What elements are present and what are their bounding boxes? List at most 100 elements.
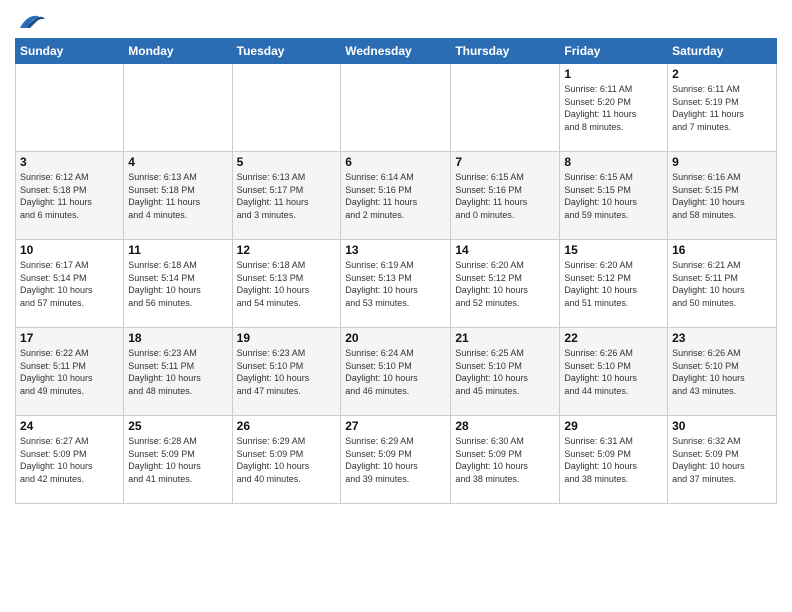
day-number: 11 — [128, 243, 227, 257]
day-number: 28 — [455, 419, 555, 433]
day-number: 6 — [345, 155, 446, 169]
day-number: 22 — [564, 331, 663, 345]
day-number: 9 — [672, 155, 772, 169]
logo — [15, 10, 47, 32]
calendar-cell — [124, 64, 232, 152]
calendar-cell: 24 Sunrise: 6:27 AM Sunset: 5:09 PM Dayli… — [16, 416, 124, 504]
day-number: 27 — [345, 419, 446, 433]
calendar-cell: 7 Sunrise: 6:15 AM Sunset: 5:16 PM Daylig… — [451, 152, 560, 240]
day-number: 17 — [20, 331, 119, 345]
calendar-week-row: 17 Sunrise: 6:22 AM Sunset: 5:11 PM Dayli… — [16, 328, 777, 416]
day-info: Sunrise: 6:17 AM Sunset: 5:14 PM Dayligh… — [20, 259, 119, 309]
calendar-cell: 29 Sunrise: 6:31 AM Sunset: 5:09 PM Dayli… — [560, 416, 668, 504]
calendar-cell: 17 Sunrise: 6:22 AM Sunset: 5:11 PM Dayli… — [16, 328, 124, 416]
calendar-cell — [451, 64, 560, 152]
day-number: 18 — [128, 331, 227, 345]
day-info: Sunrise: 6:22 AM Sunset: 5:11 PM Dayligh… — [20, 347, 119, 397]
day-info: Sunrise: 6:29 AM Sunset: 5:09 PM Dayligh… — [237, 435, 337, 485]
calendar-week-row: 24 Sunrise: 6:27 AM Sunset: 5:09 PM Dayli… — [16, 416, 777, 504]
day-info: Sunrise: 6:20 AM Sunset: 5:12 PM Dayligh… — [564, 259, 663, 309]
weekday-header: Sunday — [16, 39, 124, 64]
calendar-cell: 20Sunrise: 6:24 AM Sunset: 5:10 PM Dayli… — [341, 328, 451, 416]
day-number: 25 — [128, 419, 227, 433]
calendar-cell: 9 Sunrise: 6:16 AM Sunset: 5:15 PM Daylig… — [668, 152, 777, 240]
day-number: 29 — [564, 419, 663, 433]
day-info: Sunrise: 6:21 AM Sunset: 5:11 PM Dayligh… — [672, 259, 772, 309]
page-header — [15, 10, 777, 32]
calendar-cell: 16 Sunrise: 6:21 AM Sunset: 5:11 PM Dayli… — [668, 240, 777, 328]
calendar-cell — [232, 64, 341, 152]
calendar-cell: 13 Sunrise: 6:19 AM Sunset: 5:13 PM Dayli… — [341, 240, 451, 328]
calendar-cell: 22 Sunrise: 6:26 AM Sunset: 5:10 PM Dayli… — [560, 328, 668, 416]
weekday-header: Thursday — [451, 39, 560, 64]
day-info: Sunrise: 6:27 AM Sunset: 5:09 PM Dayligh… — [20, 435, 119, 485]
day-info: Sunrise: 6:28 AM Sunset: 5:09 PM Dayligh… — [128, 435, 227, 485]
calendar-cell: 5 Sunrise: 6:13 AM Sunset: 5:17 PM Daylig… — [232, 152, 341, 240]
day-info: Sunrise: 6:23 AM Sunset: 5:10 PM Dayligh… — [237, 347, 337, 397]
day-info: Sunrise: 6:30 AM Sunset: 5:09 PM Dayligh… — [455, 435, 555, 485]
day-number: 5 — [237, 155, 337, 169]
day-info: Sunrise: 6:31 AM Sunset: 5:09 PM Dayligh… — [564, 435, 663, 485]
day-number: 13 — [345, 243, 446, 257]
day-number: 16 — [672, 243, 772, 257]
day-info: Sunrise: 6:32 AM Sunset: 5:09 PM Dayligh… — [672, 435, 772, 485]
calendar-cell: 19 Sunrise: 6:23 AM Sunset: 5:10 PM Dayli… — [232, 328, 341, 416]
day-info: Sunrise: 6:26 AM Sunset: 5:10 PM Dayligh… — [564, 347, 663, 397]
day-number: 12 — [237, 243, 337, 257]
calendar-cell — [341, 64, 451, 152]
calendar-cell: 30Sunrise: 6:32 AM Sunset: 5:09 PM Dayli… — [668, 416, 777, 504]
calendar-week-row: 1Sunrise: 6:11 AM Sunset: 5:20 PM Daylig… — [16, 64, 777, 152]
day-info: Sunrise: 6:26 AM Sunset: 5:10 PM Dayligh… — [672, 347, 772, 397]
day-number: 15 — [564, 243, 663, 257]
calendar-cell: 21Sunrise: 6:25 AM Sunset: 5:10 PM Dayli… — [451, 328, 560, 416]
day-number: 4 — [128, 155, 227, 169]
day-number: 26 — [237, 419, 337, 433]
bird-icon — [15, 10, 45, 32]
day-info: Sunrise: 6:13 AM Sunset: 5:17 PM Dayligh… — [237, 171, 337, 221]
day-info: Sunrise: 6:14 AM Sunset: 5:16 PM Dayligh… — [345, 171, 446, 221]
calendar-cell: 2Sunrise: 6:11 AM Sunset: 5:19 PM Daylig… — [668, 64, 777, 152]
day-info: Sunrise: 6:13 AM Sunset: 5:18 PM Dayligh… — [128, 171, 227, 221]
day-info: Sunrise: 6:18 AM Sunset: 5:14 PM Dayligh… — [128, 259, 227, 309]
calendar-cell: 3 Sunrise: 6:12 AM Sunset: 5:18 PM Daylig… — [16, 152, 124, 240]
day-number: 23 — [672, 331, 772, 345]
day-info: Sunrise: 6:25 AM Sunset: 5:10 PM Dayligh… — [455, 347, 555, 397]
calendar-cell: 12 Sunrise: 6:18 AM Sunset: 5:13 PM Dayli… — [232, 240, 341, 328]
day-number: 24 — [20, 419, 119, 433]
day-info: Sunrise: 6:24 AM Sunset: 5:10 PM Dayligh… — [345, 347, 446, 397]
day-number: 8 — [564, 155, 663, 169]
day-info: Sunrise: 6:15 AM Sunset: 5:15 PM Dayligh… — [564, 171, 663, 221]
calendar-table: SundayMondayTuesdayWednesdayThursdayFrid… — [15, 38, 777, 504]
day-number: 19 — [237, 331, 337, 345]
day-info: Sunrise: 6:11 AM Sunset: 5:19 PM Dayligh… — [672, 83, 772, 133]
calendar-cell: 1Sunrise: 6:11 AM Sunset: 5:20 PM Daylig… — [560, 64, 668, 152]
calendar-cell: 26 Sunrise: 6:29 AM Sunset: 5:09 PM Dayli… — [232, 416, 341, 504]
weekday-header: Friday — [560, 39, 668, 64]
day-info: Sunrise: 6:15 AM Sunset: 5:16 PM Dayligh… — [455, 171, 555, 221]
calendar-cell: 28 Sunrise: 6:30 AM Sunset: 5:09 PM Dayli… — [451, 416, 560, 504]
day-number: 7 — [455, 155, 555, 169]
day-info: Sunrise: 6:20 AM Sunset: 5:12 PM Dayligh… — [455, 259, 555, 309]
calendar-cell: 4 Sunrise: 6:13 AM Sunset: 5:18 PM Daylig… — [124, 152, 232, 240]
calendar-header-row: SundayMondayTuesdayWednesdayThursdayFrid… — [16, 39, 777, 64]
day-info: Sunrise: 6:19 AM Sunset: 5:13 PM Dayligh… — [345, 259, 446, 309]
page-container: SundayMondayTuesdayWednesdayThursdayFrid… — [0, 0, 792, 509]
calendar-cell: 6 Sunrise: 6:14 AM Sunset: 5:16 PM Daylig… — [341, 152, 451, 240]
day-info: Sunrise: 6:23 AM Sunset: 5:11 PM Dayligh… — [128, 347, 227, 397]
day-number: 14 — [455, 243, 555, 257]
calendar-cell: 11 Sunrise: 6:18 AM Sunset: 5:14 PM Dayli… — [124, 240, 232, 328]
day-info: Sunrise: 6:18 AM Sunset: 5:13 PM Dayligh… — [237, 259, 337, 309]
day-number: 3 — [20, 155, 119, 169]
weekday-header: Monday — [124, 39, 232, 64]
day-number: 10 — [20, 243, 119, 257]
day-number: 1 — [564, 67, 663, 81]
calendar-cell — [16, 64, 124, 152]
day-info: Sunrise: 6:29 AM Sunset: 5:09 PM Dayligh… — [345, 435, 446, 485]
weekday-header: Wednesday — [341, 39, 451, 64]
weekday-header: Saturday — [668, 39, 777, 64]
day-info: Sunrise: 6:16 AM Sunset: 5:15 PM Dayligh… — [672, 171, 772, 221]
calendar-cell: 14 Sunrise: 6:20 AM Sunset: 5:12 PM Dayli… — [451, 240, 560, 328]
day-info: Sunrise: 6:12 AM Sunset: 5:18 PM Dayligh… — [20, 171, 119, 221]
calendar-cell: 25 Sunrise: 6:28 AM Sunset: 5:09 PM Dayli… — [124, 416, 232, 504]
calendar-week-row: 10 Sunrise: 6:17 AM Sunset: 5:14 PM Dayli… — [16, 240, 777, 328]
